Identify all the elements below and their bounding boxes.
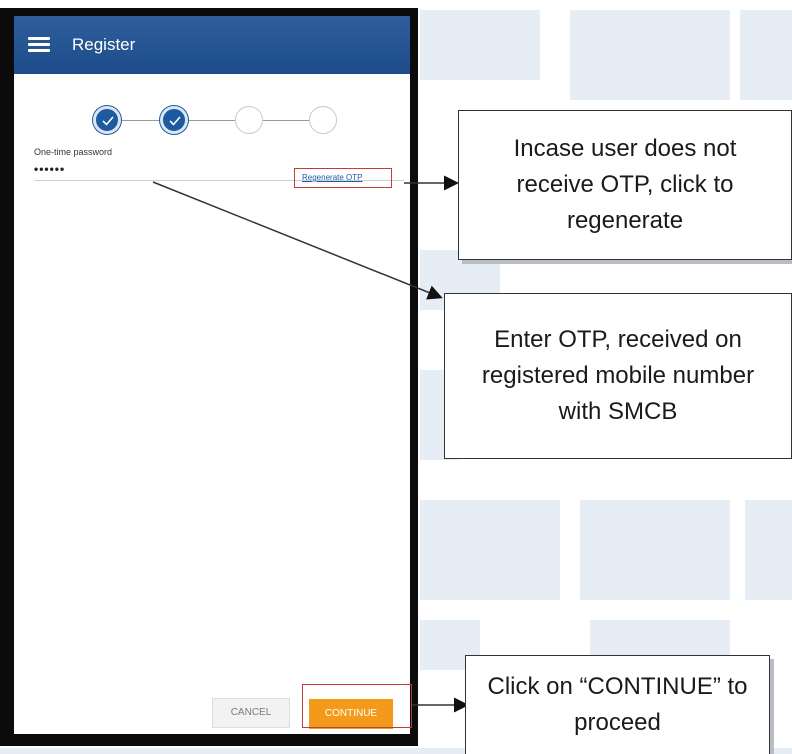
callout-continue-text: Click on “CONTINUE” to proceed xyxy=(487,673,748,736)
callout-enter-otp: Enter OTP, received on registered mobile… xyxy=(444,293,792,459)
arrow-to-enter-otp-callout xyxy=(152,181,443,300)
callout-regenerate-text: Incase user does not receive OTP, click … xyxy=(513,135,737,234)
callout-regenerate-otp: Incase user does not receive OTP, click … xyxy=(458,110,792,260)
callout-click-continue: Click on “CONTINUE” to proceed xyxy=(465,655,770,754)
callout-enter-otp-text: Enter OTP, received on registered mobile… xyxy=(481,326,755,425)
